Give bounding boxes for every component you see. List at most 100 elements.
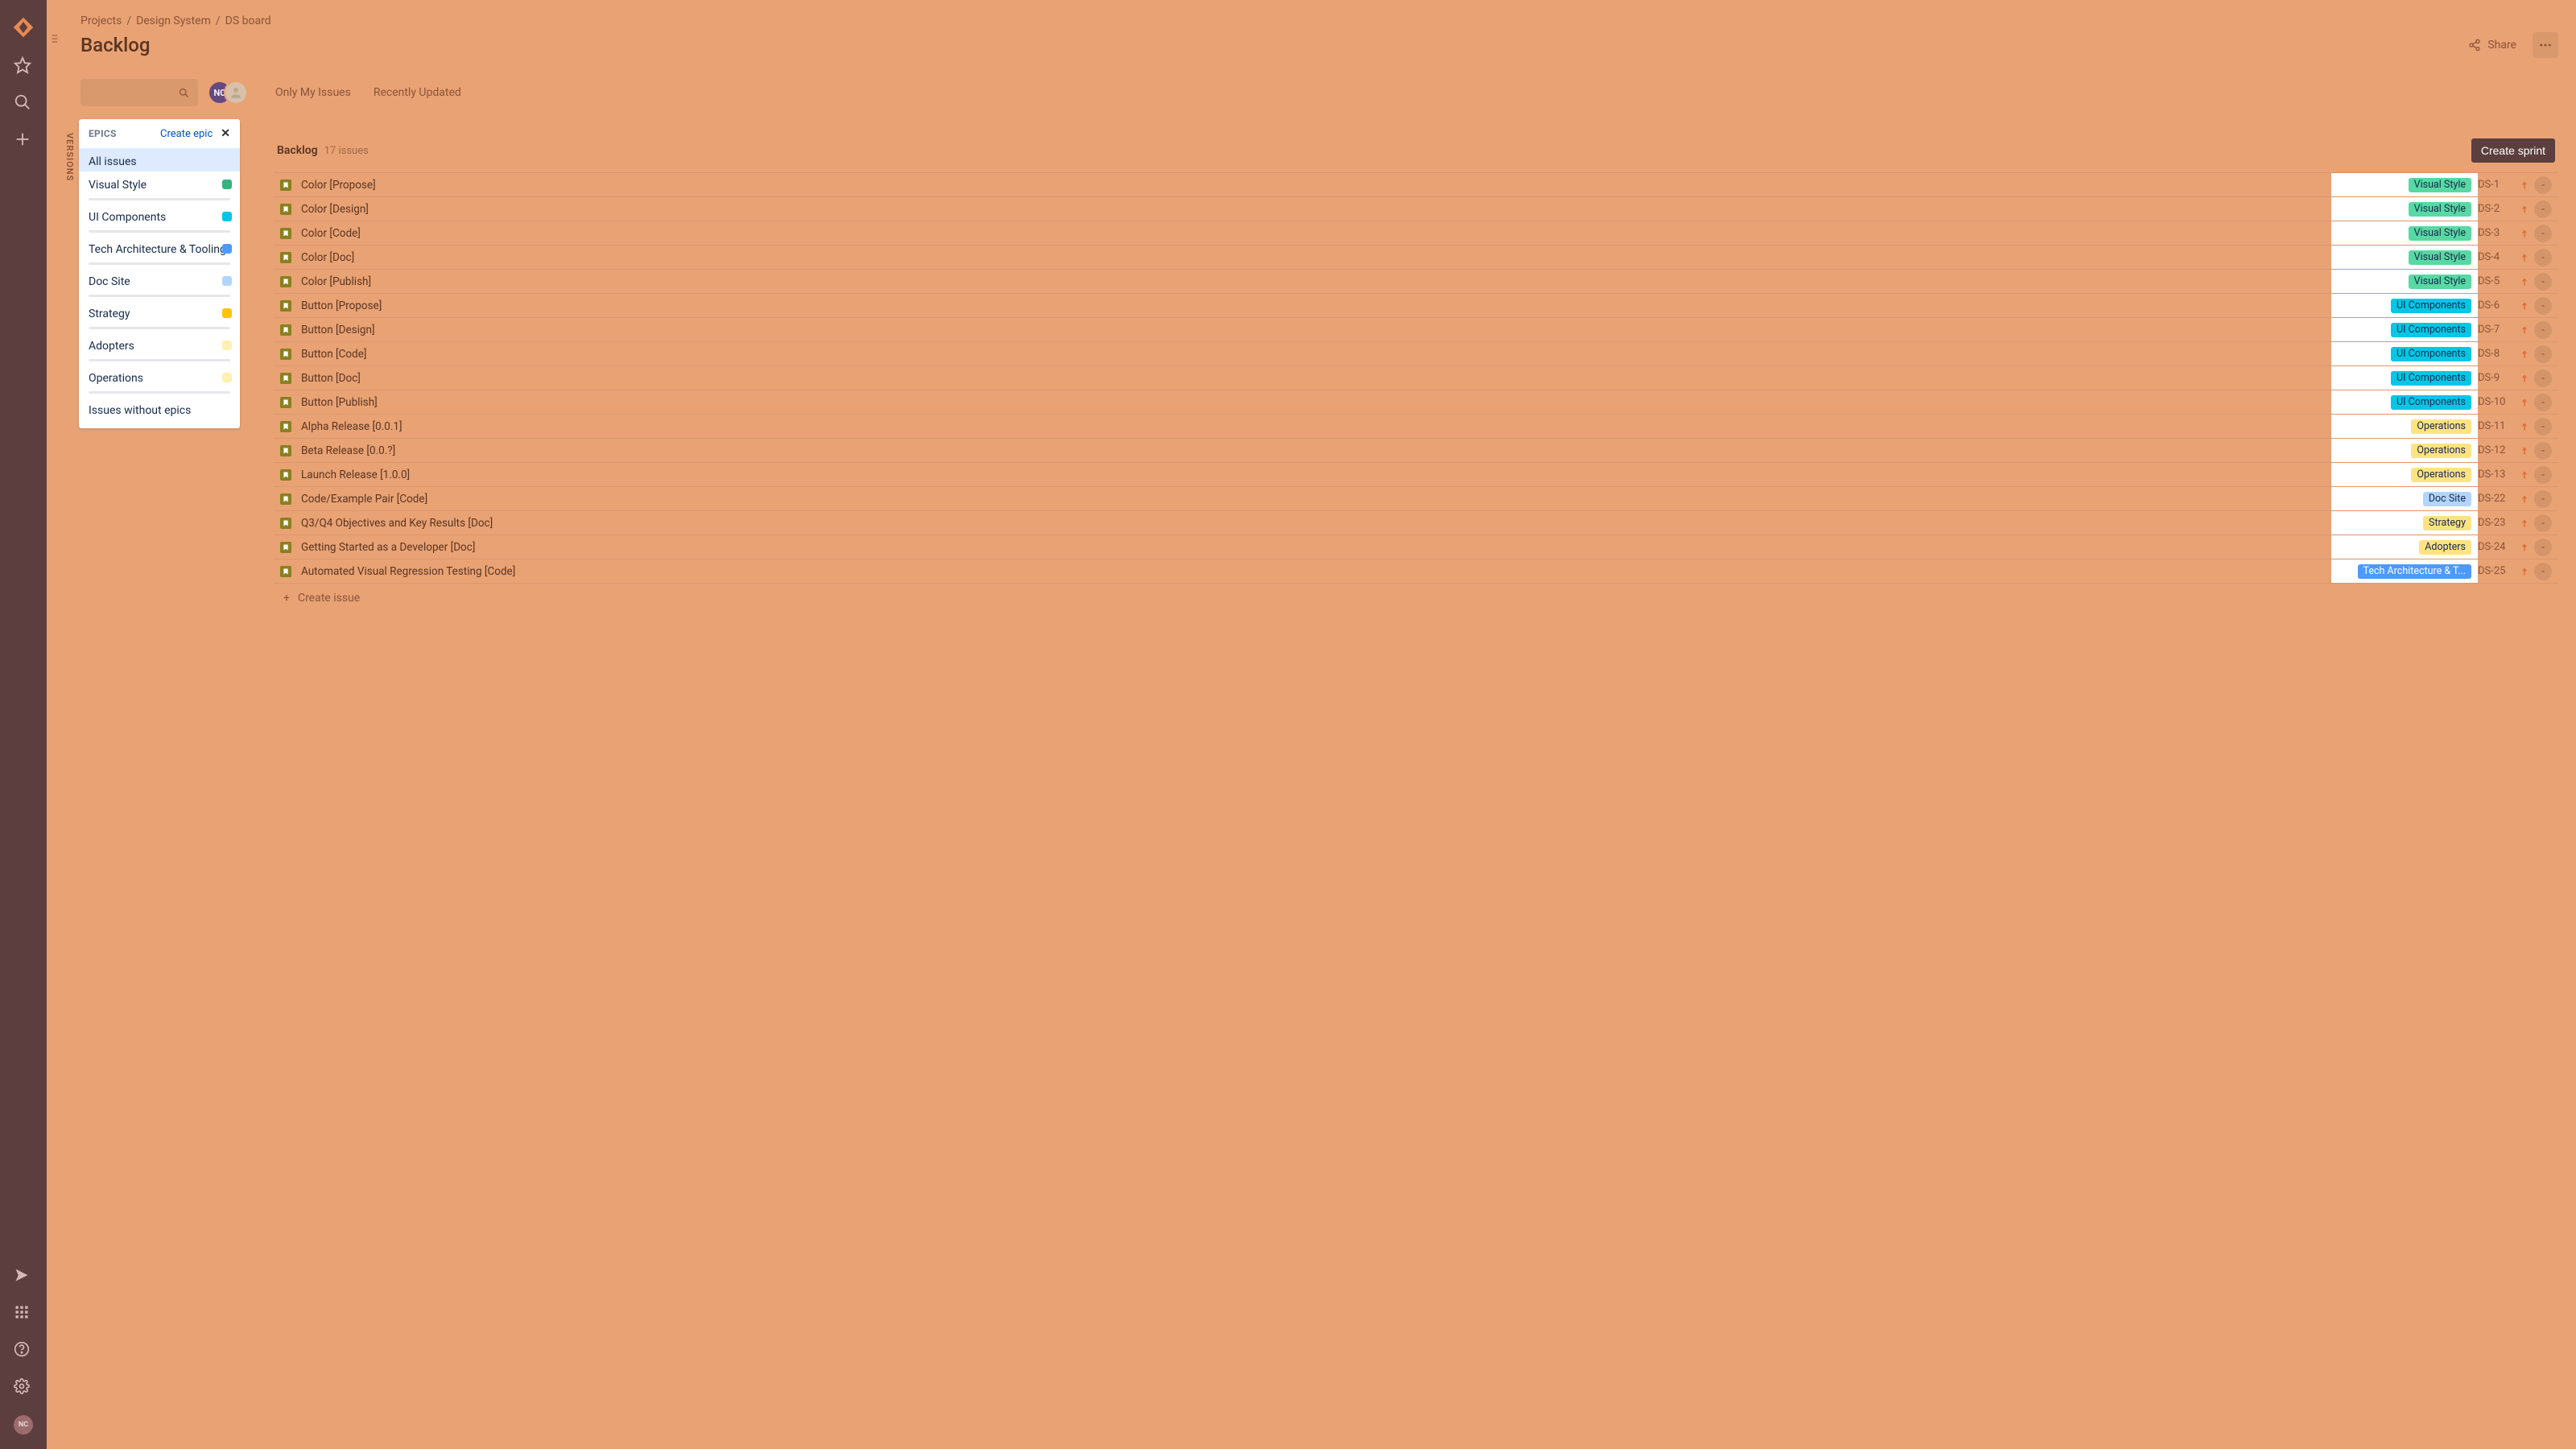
share-button[interactable]: Share [2468, 39, 2516, 52]
versions-tab[interactable]: VERSIONS [64, 133, 75, 181]
epic-tag[interactable]: UI Components [2391, 299, 2471, 313]
assignee-avatar[interactable]: - [2534, 225, 2552, 242]
breadcrumb-projects[interactable]: Projects [80, 14, 122, 27]
issue-row[interactable]: Color [Publish] Visual Style DS-5 - [274, 270, 2558, 294]
epic-filter-item[interactable]: Operations [79, 365, 240, 397]
issue-key[interactable]: DS-7 [2478, 324, 2520, 336]
epic-tag[interactable]: UI Components [2391, 395, 2471, 410]
add-assignee-filter[interactable] [224, 80, 248, 105]
epic-tag[interactable]: Adopters [2419, 540, 2471, 555]
epic-tag[interactable]: UI Components [2391, 347, 2471, 361]
epic-filter-no-epic[interactable]: Issues without epics [79, 397, 240, 428]
help-icon[interactable] [14, 1341, 33, 1360]
epic-tag[interactable]: Operations [2411, 468, 2471, 482]
plus-icon[interactable] [14, 130, 33, 150]
issue-key[interactable]: DS-6 [2478, 299, 2520, 312]
issue-key[interactable]: DS-25 [2478, 565, 2520, 577]
epic-tag[interactable]: UI Components [2391, 371, 2471, 386]
issue-row[interactable]: Color [Code] Visual Style DS-3 - [274, 221, 2558, 246]
epic-tag[interactable]: Visual Style [2409, 275, 2471, 289]
issue-key[interactable]: DS-5 [2478, 275, 2520, 287]
issue-key[interactable]: DS-12 [2478, 444, 2520, 456]
issue-key[interactable]: DS-10 [2478, 396, 2520, 408]
epic-tag[interactable]: Operations [2411, 444, 2471, 458]
assignee-avatar[interactable]: - [2534, 539, 2552, 556]
epic-tag[interactable]: Visual Style [2409, 202, 2471, 217]
assignee-avatar[interactable]: - [2534, 273, 2552, 291]
breadcrumb-project[interactable]: Design System [136, 14, 211, 27]
only-my-issues-filter[interactable]: Only My Issues [275, 86, 351, 99]
issue-row[interactable]: Color [Design] Visual Style DS-2 - [274, 197, 2558, 221]
issue-row[interactable]: Color [Doc] Visual Style DS-4 - [274, 246, 2558, 270]
epic-filter-item[interactable]: Doc Site [79, 268, 240, 300]
search-input[interactable] [80, 79, 198, 106]
create-epic-link[interactable]: Create epic [160, 128, 213, 140]
assignee-avatar[interactable]: - [2534, 514, 2552, 532]
issue-row[interactable]: Alpha Release [0.0.1] Operations DS-11 - [274, 415, 2558, 439]
recently-updated-filter[interactable]: Recently Updated [374, 86, 461, 99]
appswitcher-icon[interactable] [14, 1304, 33, 1323]
profile-avatar[interactable]: NC [14, 1415, 33, 1435]
search-icon[interactable] [14, 93, 33, 113]
settings-icon[interactable] [14, 1378, 33, 1397]
issue-row[interactable]: Code/Example Pair [Code] Doc Site DS-22 … [274, 487, 2558, 511]
assignee-avatar[interactable]: - [2534, 418, 2552, 436]
issue-row[interactable]: Button [Doc] UI Components DS-9 - [274, 366, 2558, 390]
epic-tag[interactable]: Strategy [2423, 516, 2471, 530]
epic-filter-item[interactable]: Strategy [79, 300, 240, 332]
issue-key[interactable]: DS-3 [2478, 227, 2520, 239]
epic-filter-item[interactable]: Adopters [79, 332, 240, 365]
assignee-avatar[interactable]: - [2534, 369, 2552, 387]
issue-key[interactable]: DS-2 [2478, 203, 2520, 215]
issue-row[interactable]: Q3/Q4 Objectives and Key Results [Doc] S… [274, 511, 2558, 535]
assignee-avatar[interactable]: - [2534, 321, 2552, 339]
epic-filter-all-issues[interactable]: All issues [79, 148, 240, 171]
assignee-avatar[interactable]: - [2534, 563, 2552, 580]
issue-key[interactable]: DS-9 [2478, 372, 2520, 384]
epic-tag[interactable]: Doc Site [2423, 492, 2471, 506]
epic-filter-item[interactable]: UI Components [79, 204, 240, 236]
epic-tag[interactable]: Operations [2411, 419, 2471, 434]
epic-tag[interactable]: Visual Style [2409, 178, 2471, 192]
assignee-avatar[interactable]: - [2534, 490, 2552, 508]
create-sprint-button[interactable]: Create sprint [2471, 138, 2555, 163]
issue-row[interactable]: Button [Propose] UI Components DS-6 - [274, 294, 2558, 318]
issue-key[interactable]: DS-8 [2478, 348, 2520, 360]
issue-key[interactable]: DS-1 [2478, 179, 2520, 191]
star-icon[interactable] [14, 56, 33, 76]
assignee-avatar[interactable]: - [2534, 442, 2552, 460]
issue-key[interactable]: DS-4 [2478, 251, 2520, 263]
app-logo-icon[interactable] [12, 16, 35, 39]
issue-row[interactable]: Launch Release [1.0.0] Operations DS-13 … [274, 463, 2558, 487]
issue-row[interactable]: Button [Design] UI Components DS-7 - [274, 318, 2558, 342]
issue-row[interactable]: Button [Code] UI Components DS-8 - [274, 342, 2558, 366]
epic-tag[interactable]: Visual Style [2409, 226, 2471, 241]
assignee-avatar[interactable]: - [2534, 176, 2552, 194]
epic-tag[interactable]: Visual Style [2409, 250, 2471, 265]
issue-row[interactable]: Color [Propose] Visual Style DS-1 - [274, 173, 2558, 197]
epic-filter-item[interactable]: Tech Architecture & Tooling [79, 236, 240, 268]
issue-key[interactable]: DS-11 [2478, 420, 2520, 432]
issue-key[interactable]: DS-23 [2478, 517, 2520, 529]
breadcrumb-board[interactable]: DS board [225, 14, 271, 27]
issue-key[interactable]: DS-13 [2478, 469, 2520, 481]
issue-row[interactable]: Automated Visual Regression Testing [Cod… [274, 559, 2558, 584]
epic-tag[interactable]: UI Components [2391, 323, 2471, 337]
close-epics-panel-icon[interactable]: ✕ [221, 127, 230, 140]
assignee-avatar[interactable]: - [2534, 297, 2552, 315]
assignee-avatar[interactable]: - [2534, 466, 2552, 484]
assignee-avatar[interactable]: - [2534, 345, 2552, 363]
issue-key[interactable]: DS-22 [2478, 493, 2520, 505]
sidebar-collapse-button[interactable] [47, 24, 63, 53]
more-actions-button[interactable] [2533, 32, 2558, 58]
issue-row[interactable]: Beta Release [0.0.?] Operations DS-12 - [274, 439, 2558, 463]
epic-filter-item[interactable]: Visual Style [79, 171, 240, 204]
create-issue-button[interactable]: + Create issue [274, 584, 2558, 613]
assignee-avatar[interactable]: - [2534, 394, 2552, 411]
notification-icon[interactable] [14, 1267, 33, 1286]
assignee-avatar[interactable]: - [2534, 249, 2552, 266]
issue-row[interactable]: Getting Started as a Developer [Doc] Ado… [274, 535, 2558, 559]
assignee-avatar[interactable]: - [2534, 200, 2552, 218]
issue-row[interactable]: Button [Publish] UI Components DS-10 - [274, 390, 2558, 415]
issue-key[interactable]: DS-24 [2478, 541, 2520, 553]
